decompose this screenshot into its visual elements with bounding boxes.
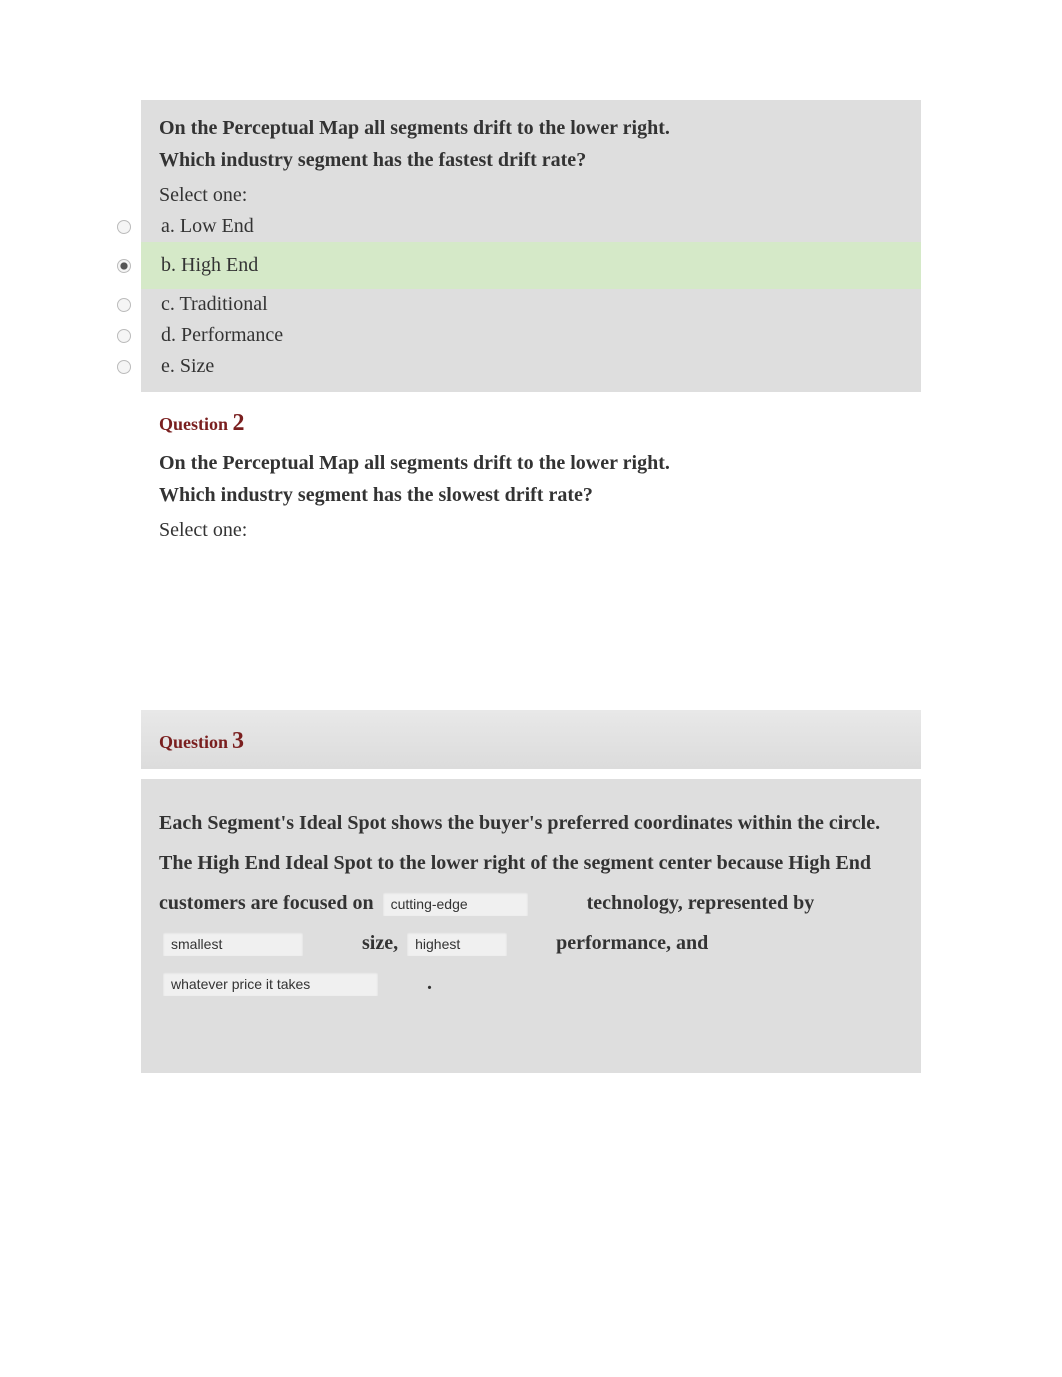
question-3-content: Each Segment's Ideal Spot shows the buye…	[141, 779, 921, 1073]
q2-header-num: 2	[233, 410, 245, 436]
q1-select-one: Select one:	[141, 176, 921, 211]
q3-part2: technology, represented by	[587, 892, 815, 914]
question-1-content: On the Perceptual Map all segments drift…	[141, 100, 921, 392]
q3-input-technology[interactable]	[383, 892, 528, 916]
q1-option-e[interactable]: e. Size	[141, 351, 921, 382]
q1-option-d-label: d. Performance	[161, 324, 283, 347]
q1-option-c[interactable]: c. Traditional	[141, 289, 921, 320]
question-2-prompt: On the Perceptual Map all segments drift…	[141, 447, 921, 511]
q3-header-word: Question	[159, 732, 228, 752]
q1-option-a-label: a. Low End	[161, 215, 254, 238]
q2-select-one: Select one:	[141, 511, 921, 550]
q1-option-b[interactable]: b. High End	[141, 242, 921, 289]
q1-line1: On the Perceptual Map all segments drift…	[159, 117, 670, 139]
q2-header-word: Question	[159, 414, 228, 434]
radio-icon[interactable]	[117, 360, 131, 374]
radio-icon[interactable]	[117, 329, 131, 343]
q3-input-price[interactable]	[163, 972, 378, 996]
question-3-block: Question 3 Each Segment's Ideal Spot sho…	[141, 710, 921, 1073]
q3-header-num: 3	[232, 728, 244, 754]
question-3-text: Each Segment's Ideal Spot shows the buye…	[159, 803, 903, 1003]
q1-option-b-label: b. High End	[161, 254, 258, 277]
radio-icon[interactable]	[117, 298, 131, 312]
radio-icon-selected[interactable]	[117, 259, 131, 273]
q3-part3: size,	[362, 932, 398, 954]
q3-input-size[interactable]	[163, 932, 303, 956]
q1-line2: Which industry segment has the fastest d…	[159, 149, 586, 171]
q1-option-e-label: e. Size	[161, 355, 214, 378]
q1-option-a[interactable]: a. Low End	[141, 211, 921, 242]
q3-part5: .	[427, 972, 432, 994]
question-3-header: Question 3	[141, 710, 921, 769]
q3-input-performance[interactable]	[407, 932, 507, 956]
q3-part4: performance, and	[556, 932, 708, 954]
q1-option-d[interactable]: d. Performance	[141, 320, 921, 351]
q1-option-c-label: c. Traditional	[161, 293, 268, 316]
question-2-block: Question 2 On the Perceptual Map all seg…	[141, 392, 921, 590]
radio-icon[interactable]	[117, 220, 131, 234]
question-1-prompt: On the Perceptual Map all segments drift…	[141, 112, 921, 176]
q2-line1: On the Perceptual Map all segments drift…	[159, 452, 670, 474]
question-2-header: Question 2	[141, 392, 921, 447]
q2-line2: Which industry segment has the slowest d…	[159, 484, 593, 506]
question-1-block: On the Perceptual Map all segments drift…	[141, 100, 921, 392]
